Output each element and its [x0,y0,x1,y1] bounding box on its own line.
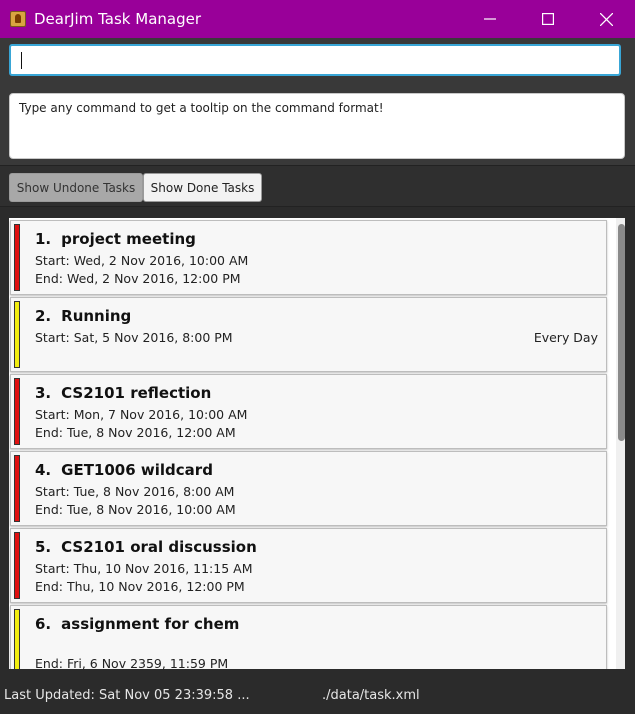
task-name: Running [61,307,132,325]
task-end-time: End: Tue, 8 Nov 2016, 12:00 AM [35,425,236,440]
task-title: 6. assignment for chem [35,615,239,633]
task-title: 2. Running [35,307,131,325]
task-index: 1. [35,230,52,248]
task-name: assignment for chem [61,615,240,633]
title-bar: DearJim Task Manager [0,0,635,38]
task-card[interactable]: 1. project meeting Start: Wed, 2 Nov 2016,… [10,220,607,295]
task-title: 4. GET1006 wildcard [35,461,213,479]
task-card[interactable]: 3. CS2101 reflection Start: Mon, 7 Nov 201… [10,374,607,449]
last-updated-text: Last Updated: Sat Nov 05 23:39:58 ... [4,688,250,703]
minimize-icon [484,18,496,20]
minimize-button[interactable] [461,0,519,38]
show-undone-tasks-button[interactable]: Show Undone Tasks [9,173,143,202]
task-index: 4. [35,461,52,479]
maximize-icon [542,13,554,25]
task-end-time: End: Fri, 6 Nov 2359, 11:59 PM [35,656,229,669]
priority-indicator [14,224,20,291]
close-icon [599,12,613,26]
task-index: 5. [35,538,52,556]
task-card[interactable]: 6. assignment for chem End: Fri, 6 Nov 235… [10,605,607,669]
task-end-time: End: Thu, 10 Nov 2016, 12:00 PM [35,579,245,594]
scrollbar[interactable] [616,218,625,669]
command-area: Type any command to get a tooltip on the… [0,38,635,165]
task-card[interactable]: 4. GET1006 wildcard Start: Tue, 8 Nov 2016… [10,451,607,526]
window-title: DearJim Task Manager [34,10,201,28]
priority-indicator [14,609,20,669]
task-card[interactable]: 2. Running Start: Sat, 5 Nov 2016, 8:00 PM… [10,297,607,372]
command-input[interactable] [9,44,621,76]
app-icon [10,11,26,27]
show-done-tasks-button[interactable]: Show Done Tasks [143,173,262,202]
task-end-time: End: Tue, 8 Nov 2016, 10:00 AM [35,502,236,517]
task-name: CS2101 reflection [61,384,212,402]
task-index: 6. [35,615,52,633]
task-name: GET1006 wildcard [61,461,213,479]
task-start-time: Start: Tue, 8 Nov 2016, 8:00 AM [35,484,235,499]
task-title: 5. CS2101 oral discussion [35,538,257,556]
storage-file-path: ./data/task.xml [322,688,420,703]
task-name: CS2101 oral discussion [61,538,257,556]
task-start-time: Start: Mon, 7 Nov 2016, 10:00 AM [35,407,248,422]
text-caret [21,52,22,69]
task-list[interactable]: 1. project meeting Start: Wed, 2 Nov 2016,… [9,218,625,669]
task-title: 1. project meeting [35,230,196,248]
priority-indicator [14,378,20,445]
priority-indicator [14,455,20,522]
task-card[interactable]: 5. CS2101 oral discussion Start: Thu, 10 N… [10,528,607,603]
task-index: 2. [35,307,52,325]
task-index: 3. [35,384,52,402]
priority-indicator [14,301,20,368]
task-title: 3. CS2101 reflection [35,384,211,402]
task-end-time: End: Wed, 2 Nov 2016, 12:00 PM [35,271,241,286]
task-name: project meeting [61,230,196,248]
tab-bar: Show Undone Tasks Show Done Tasks [0,165,635,207]
task-start-time: Start: Wed, 2 Nov 2016, 10:00 AM [35,253,249,268]
command-result-box: Type any command to get a tooltip on the… [9,93,625,159]
task-start-time: Start: Thu, 10 Nov 2016, 11:15 AM [35,561,253,576]
status-bar: Last Updated: Sat Nov 05 23:39:58 ... ./… [0,676,635,714]
priority-indicator [14,532,20,599]
close-button[interactable] [577,0,635,38]
task-start-time: Start: Sat, 5 Nov 2016, 8:00 PM [35,330,233,345]
command-result-text: Type any command to get a tooltip on the… [19,101,384,115]
task-recurrence: Every Day [533,330,598,345]
maximize-button[interactable] [519,0,577,38]
scrollbar-thumb[interactable] [618,224,625,441]
